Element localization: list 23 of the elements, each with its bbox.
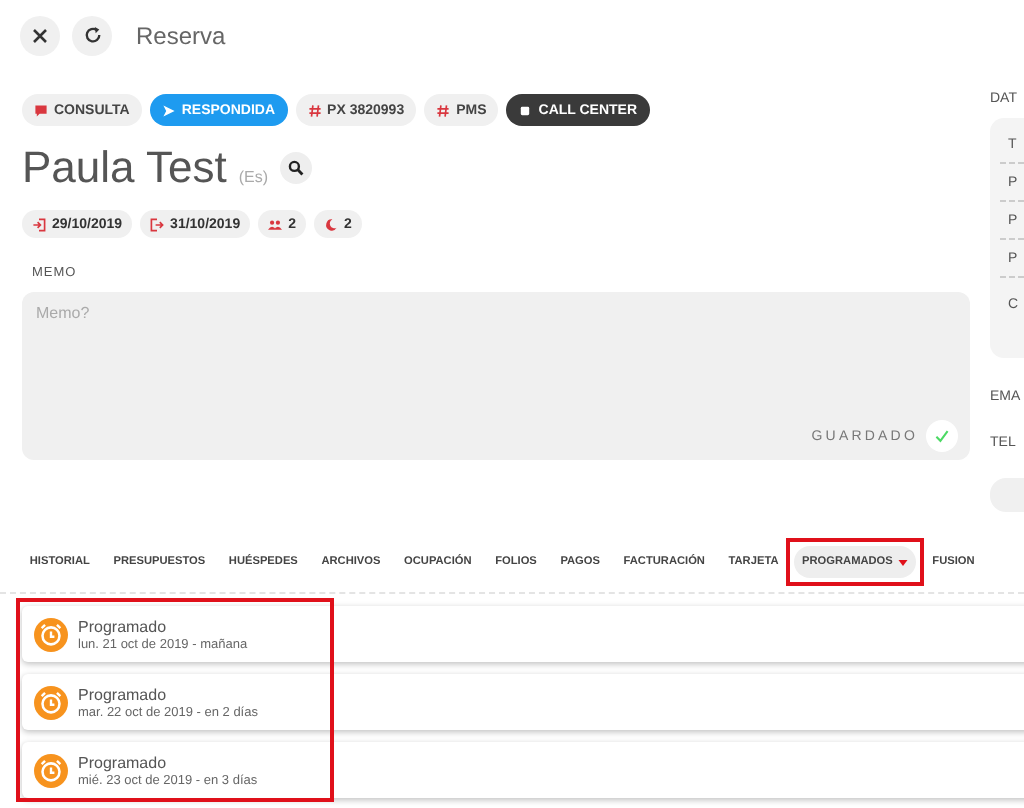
sign-out-icon [150, 217, 165, 231]
alarm-clock-icon [34, 753, 68, 787]
refresh-button[interactable] [72, 15, 112, 55]
moon-icon [324, 217, 338, 231]
close-button[interactable] [20, 15, 60, 55]
search-button[interactable] [280, 152, 313, 184]
item-title: Programado [78, 753, 169, 771]
page-title: Reserva [136, 21, 226, 49]
search-icon [288, 160, 305, 176]
chat-icon [34, 103, 48, 117]
alarm-clock-icon [34, 685, 68, 719]
sign-in-icon [32, 217, 46, 231]
refresh-icon [83, 26, 101, 44]
send-icon [161, 103, 176, 117]
hash-icon [436, 103, 451, 117]
item-title: Programado [78, 617, 169, 635]
item-title: Programado [78, 685, 169, 703]
language-label: (Es) [238, 167, 269, 185]
alarm-clock-icon [34, 617, 68, 651]
guest-name: Paula Test [22, 142, 227, 194]
people-icon [268, 217, 283, 231]
hash-icon [307, 103, 322, 117]
close-icon [32, 27, 48, 43]
